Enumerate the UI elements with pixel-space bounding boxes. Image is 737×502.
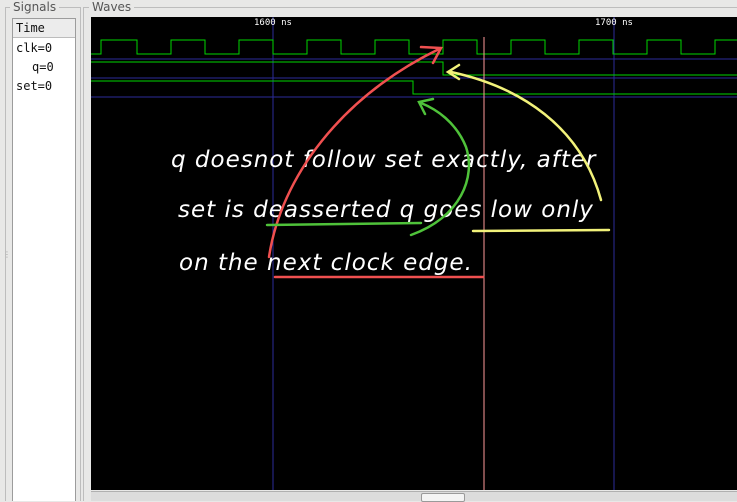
scrollbar-thumb[interactable] — [421, 493, 465, 502]
set-waveform — [91, 80, 737, 95]
annotation-line-1: q doesnot follow set exactly, after — [171, 147, 597, 173]
signal-row-set[interactable]: set=0 — [16, 77, 78, 96]
pane-grip-icon[interactable]: ⋮ — [3, 251, 11, 261]
annotation-line-3: on the next clock edge. — [179, 250, 473, 276]
yellow-arrow — [449, 70, 603, 202]
clk-waveform — [91, 39, 737, 55]
q-waveform — [91, 61, 737, 76]
wave-canvas[interactable]: 1600 ns 1700 ns q doesnot follow set exa… — [91, 17, 737, 490]
wave-area[interactable]: 1600 ns 1700 ns q doesnot follow set exa… — [91, 17, 737, 490]
yellow-underline — [471, 228, 611, 233]
green-underline — [265, 221, 423, 227]
signals-title: Signals — [10, 0, 60, 14]
time-marker-1600: 1600 ns — [254, 18, 292, 28]
time-marker-1700: 1700 ns — [595, 18, 633, 28]
waves-title: Waves — [89, 0, 135, 14]
signals-list: Time clk=0 q=0 set=0 — [12, 18, 76, 501]
annotation-line-2: set is deasserted q goes low only — [178, 197, 594, 223]
signal-row-clk[interactable]: clk=0 — [16, 39, 78, 58]
time-header: Time — [13, 19, 75, 38]
